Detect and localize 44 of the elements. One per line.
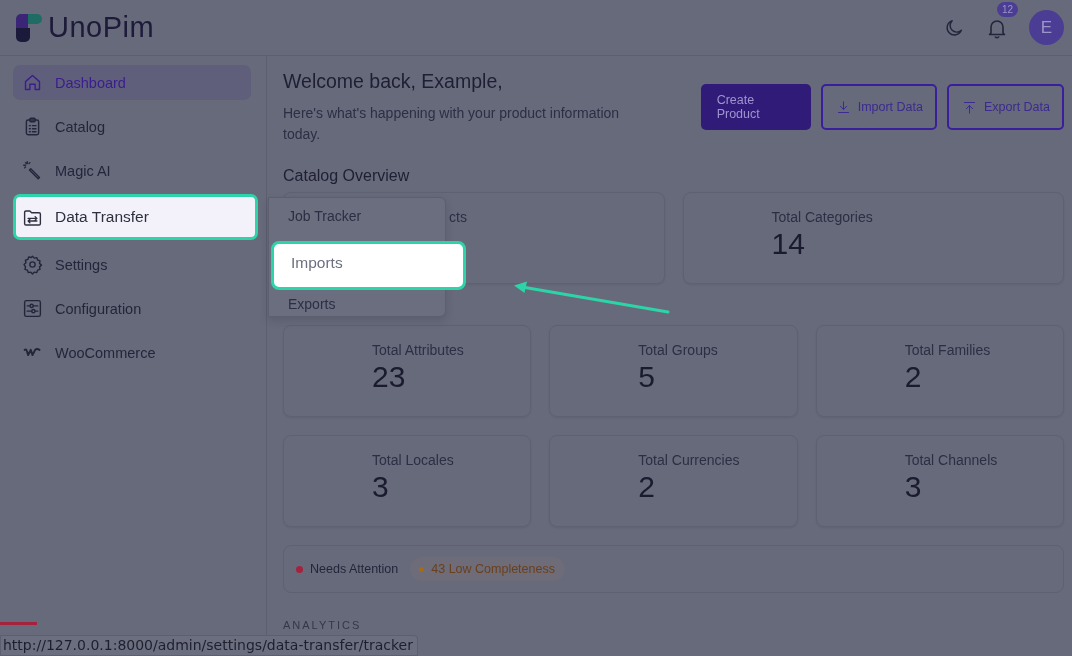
sidebar-item[interactable]: WooCommerce: [13, 335, 251, 370]
avatar[interactable]: E: [1029, 10, 1064, 45]
create-button[interactable]: Create Product: [700, 84, 811, 130]
stat-label: Total Attributes: [372, 342, 465, 358]
sidebar-item[interactable]: Dashboard: [13, 65, 251, 100]
stat-value: 5: [638, 360, 656, 394]
submenu-item[interactable]: Job Tracker: [269, 208, 445, 228]
sidebar-item[interactable]: Data Transfer: [13, 194, 258, 240]
stat-label: Total Channels: [904, 452, 999, 468]
alert-label: Needs Attention: [310, 562, 399, 576]
upload-icon: [962, 99, 977, 115]
download-icon: [835, 99, 851, 115]
stat-value: 14: [771, 227, 806, 261]
sliders-icon: [22, 298, 43, 319]
submenu-item[interactable]: Exports: [269, 296, 445, 316]
status-url: http://127.0.0.1:8000/admin/settings/data-transfer/tracker: [0, 635, 418, 656]
sidebar-item[interactable]: Configuration: [13, 291, 251, 326]
sidebar-item[interactable]: Catalog: [13, 109, 251, 144]
magic-wand-icon: [22, 160, 43, 181]
stat-label: cts: [448, 209, 468, 225]
notification-count: 12: [997, 1, 1019, 17]
sidebar-item[interactable]: Magic AI: [13, 153, 251, 188]
stat-value: 23: [372, 360, 407, 394]
settings-icon: [22, 254, 43, 275]
sidebar-item[interactable]: Settings: [13, 247, 251, 282]
stat-value: 2: [638, 470, 656, 504]
import-button[interactable]: Import Data: [820, 84, 937, 130]
stat-value: 3: [904, 470, 923, 504]
home-icon: [22, 72, 43, 93]
stat-label: Total Groups: [638, 342, 719, 358]
stat-value: 3: [372, 470, 390, 504]
stat-label: Total Categories: [771, 209, 874, 225]
alert-label: 43 Low Completeness: [431, 562, 555, 576]
stat-value: 2: [904, 360, 923, 394]
submenu-item[interactable]: Imports: [271, 241, 466, 290]
logo-text[interactable]: UnoPim: [48, 11, 155, 44]
stat-label: Total Families: [904, 342, 992, 358]
section-title: Catalog Overview: [283, 167, 411, 185]
logo-icon: [13, 12, 43, 43]
welcome-subtitle: Here's what's happening with your product information today.: [283, 104, 621, 144]
stat-label: Total Currencies: [638, 452, 741, 468]
export-button[interactable]: Export Data: [947, 84, 1064, 130]
welcome-title: Welcome back, Example,: [283, 70, 504, 93]
stat-label: Total Locales: [372, 452, 455, 468]
